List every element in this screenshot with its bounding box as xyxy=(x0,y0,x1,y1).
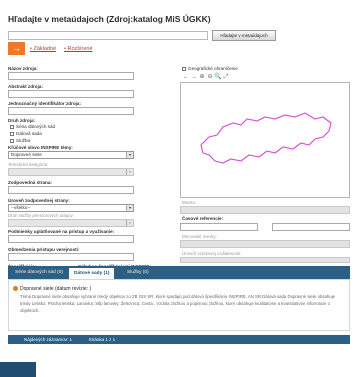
conditions-input[interactable] xyxy=(8,235,134,243)
records-found: Nájdených záznamov: 1 xyxy=(24,337,73,342)
chevron-down-icon: ▾ xyxy=(126,169,133,175)
level-select[interactable]: --všetko-- ▾ xyxy=(8,204,134,212)
result-title[interactable]: Dopravné siete (dátum revízie: ) xyxy=(20,286,91,292)
type-option-dataset[interactable]: Dátová sada xyxy=(10,131,42,136)
type-option-service[interactable]: Služba xyxy=(10,138,30,143)
checkbox-icon[interactable] xyxy=(10,131,14,136)
accuracy-input[interactable] xyxy=(180,257,350,263)
type-option-series[interactable]: Séria dátových sád xyxy=(10,124,55,129)
place-input[interactable] xyxy=(180,206,350,214)
time-label: Časové referencie: xyxy=(182,216,224,221)
identifier-label: Jednoznačný identifikátor zdroja: xyxy=(8,101,81,106)
checkbox-icon[interactable] xyxy=(10,138,14,143)
chevron-down-icon: ▾ xyxy=(126,152,133,158)
abstract-label: Abstrakt zdroja: xyxy=(8,84,43,89)
tab-services[interactable]: Služby (0) xyxy=(122,267,154,279)
time-from-input[interactable] xyxy=(180,223,258,231)
geo-checkbox[interactable]: Geografické ohraničenie xyxy=(182,66,238,71)
pan-right-icon[interactable]: → xyxy=(190,74,198,80)
chevron-down-icon: ▾ xyxy=(126,220,133,226)
identifier-input[interactable] xyxy=(8,107,134,115)
access-input[interactable] xyxy=(8,253,134,261)
pan-left-icon[interactable]: ← xyxy=(182,74,190,80)
tab-basic[interactable]: • Základné xyxy=(30,46,56,52)
tab-datasets[interactable]: Dátové sady (1) xyxy=(68,267,116,279)
search-input[interactable] xyxy=(8,31,208,40)
footer-block xyxy=(0,362,36,377)
party-label: Zodpovedná strana: xyxy=(8,180,52,185)
service-type-label: Druh služby priestorových údajov: xyxy=(8,213,74,218)
access-label: Obmedzenia prístupu verejnosti: xyxy=(8,247,80,252)
scale-input[interactable] xyxy=(180,240,350,248)
dataset-icon xyxy=(13,286,18,291)
name-input[interactable] xyxy=(8,72,134,80)
map-toolbar: ← → ⊕ ⊖ 🔍 ⤢ xyxy=(182,73,230,81)
conditions-label: Podmienky uplatňované na prístup a využí… xyxy=(8,229,115,234)
party-input[interactable] xyxy=(8,186,134,194)
service-type-select[interactable]: ▾ xyxy=(8,219,134,227)
place-label: Miesto: xyxy=(182,200,197,205)
time-to-input[interactable] xyxy=(272,223,350,231)
topic-label: Tematická kategória: xyxy=(8,162,49,167)
type-label: Druh zdroja: xyxy=(8,118,36,123)
slovakia-outline-icon xyxy=(200,112,332,164)
level-label: Úroveň zodpovednej strany: xyxy=(8,198,70,203)
inspire-label: Kľúčové slovo INSPIRE témy: xyxy=(8,145,73,150)
zoom-out-icon[interactable]: ⊖ xyxy=(206,73,214,80)
tab-series[interactable]: Série dátových sád (0) xyxy=(10,267,68,279)
zoom-in-icon[interactable]: ⊕ xyxy=(198,73,206,80)
checkbox-icon[interactable] xyxy=(10,124,14,129)
pager-bar: Nájdených záznamov: 1 Stránka 1 z 1 xyxy=(8,335,350,344)
map-panel[interactable] xyxy=(180,82,350,198)
search-button[interactable]: Hľadajte v metaúdajoch xyxy=(212,30,276,41)
inspire-select[interactable]: Dopravné siete ▾ xyxy=(8,151,134,159)
page-title: Hľadajte v metaúdajoch (Zdroj:katalog Mi… xyxy=(8,14,211,24)
chevron-down-icon: ▾ xyxy=(126,205,133,211)
accuracy-label: Úroveň vzorkovej vzdialenosti: xyxy=(182,251,242,256)
arrow-right-icon[interactable]: → xyxy=(8,42,25,55)
magnifier-icon[interactable]: 🔍 xyxy=(214,73,222,80)
name-label: Názov zdroja: xyxy=(8,66,38,71)
page-indicator: Stránka 1 z 1 xyxy=(88,337,116,342)
topic-select[interactable]: ▾ xyxy=(8,168,134,176)
abstract-input[interactable] xyxy=(8,90,134,98)
result-description: Téma Dopravné siete obsahuje vybrané tri… xyxy=(20,294,336,313)
scale-label: Merovateľ mierky: xyxy=(182,234,217,239)
full-extent-icon[interactable]: ⤢ xyxy=(222,74,230,81)
tab-extended[interactable]: • Rozšírené xyxy=(64,46,93,52)
checkbox-icon[interactable] xyxy=(182,66,186,71)
